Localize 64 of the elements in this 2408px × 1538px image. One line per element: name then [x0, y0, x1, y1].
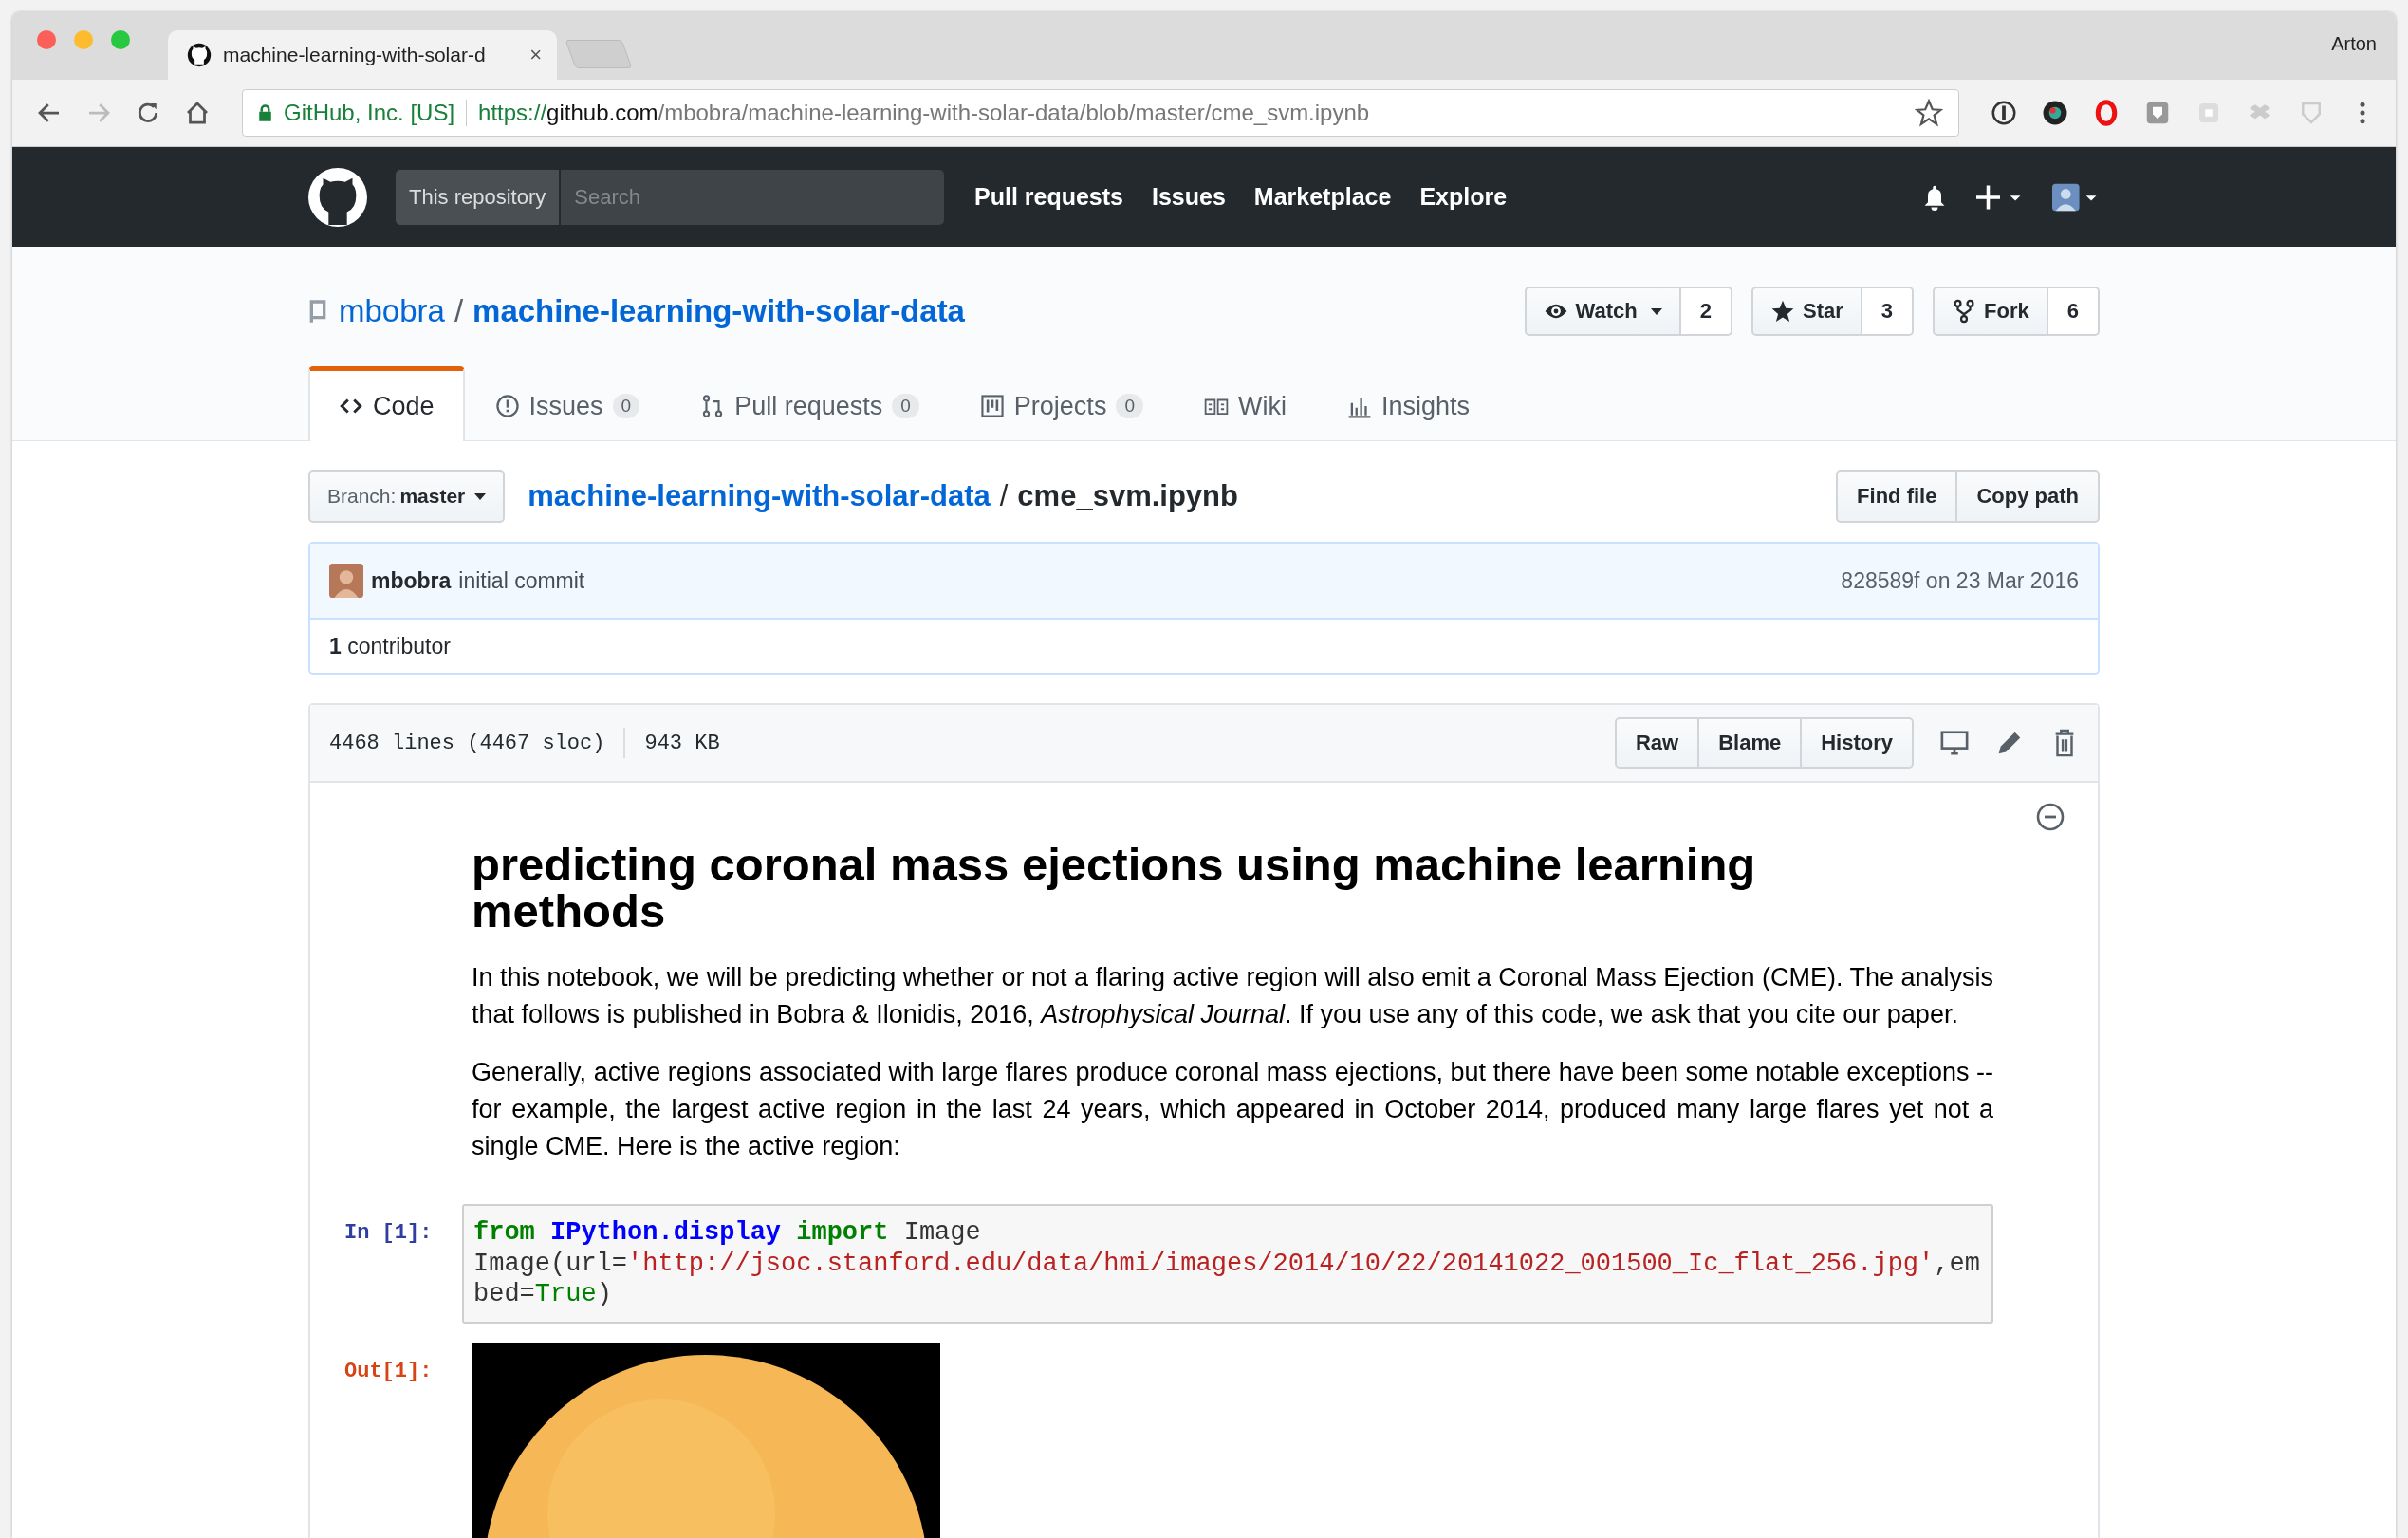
search-field[interactable]: Search	[561, 169, 944, 225]
owner-link[interactable]: mbobra	[339, 293, 445, 329]
star-icon	[1770, 299, 1795, 324]
nav-link[interactable]: Pull requests	[974, 183, 1123, 211]
commit-message-link[interactable]: initial commit	[458, 567, 585, 594]
tab-title: machine-learning-with-solar-d	[223, 44, 487, 66]
book-icon	[308, 298, 327, 324]
code-cell: from IPython.display import Image Image(url='http://jsoc.stanford.edu/data/hmi/images/2014/10/22/20141022_001500_Ic_flat_256.jpg',em bed=True)	[462, 1204, 1993, 1324]
cell-prompt: In [1]:	[344, 1220, 434, 1246]
avatar-icon	[329, 564, 363, 598]
branch-select[interactable]: Branch: master	[308, 470, 506, 523]
repo-root-link[interactable]: machine-learning-with-solar-data	[528, 479, 991, 513]
paragraph: In this notebook, we will be predicting whether or not a flaring active region will also emit a Coronal Mass Ejection (CME). The analysis that follows is published in Bobra & Ilonidis, 2016, Astrophysical Journal. If you use any of this code, we ask that you cite our paper.	[472, 962, 1993, 1030]
file-size: 943 KB	[644, 731, 720, 755]
author-link[interactable]: mbobra	[371, 567, 452, 594]
caret-icon	[474, 492, 487, 500]
color-wheel-icon[interactable]	[2041, 99, 2069, 127]
repo-tab[interactable]: Issues 0	[464, 366, 671, 441]
repo-action-button[interactable]: Star	[1751, 287, 1862, 336]
lock-icon	[258, 104, 272, 121]
path-separator: /	[454, 293, 464, 329]
count-label[interactable]: 6	[2047, 287, 2100, 336]
count-label[interactable]: 3	[1862, 287, 1915, 336]
security-label: GitHub, Inc. [US]	[284, 100, 455, 126]
notebook-heading: predicting coronal mass ejections using machine learning methods	[472, 842, 1757, 935]
file-action-button[interactable]: Blame	[1697, 717, 1803, 769]
browser-tab[interactable]: machine-learning-with-solar-d ×	[168, 30, 557, 80]
file-action-button[interactable]: Raw	[1614, 717, 1700, 769]
profile-name[interactable]: Arton	[2331, 33, 2377, 55]
path-separator: /	[999, 479, 1009, 513]
repo-tab[interactable]: Insights	[1316, 366, 1500, 441]
repo-tab[interactable]: Code	[308, 366, 465, 441]
contributors-text[interactable]: 1 contributor	[329, 633, 451, 659]
desktop-icon[interactable]	[1940, 729, 1969, 757]
cat-logo-icon[interactable]	[308, 167, 367, 227]
path-button[interactable]: Copy path	[1955, 470, 2100, 523]
tab-close-button[interactable]: ×	[529, 43, 542, 67]
line-count: 4468 lines (4467 sloc)	[329, 731, 605, 755]
repo-tab[interactable]: Pull requests 0	[670, 366, 950, 441]
cat-logo-icon	[187, 43, 212, 67]
scope-label[interactable]: This repository	[396, 169, 562, 225]
bookmark-star-icon[interactable]	[1915, 99, 1943, 127]
repo-name-link[interactable]: machine-learning-with-solar-data	[472, 293, 965, 329]
repo-tab[interactable]: Wiki	[1173, 366, 1317, 441]
repo-tab[interactable]: Projects 0	[949, 366, 1174, 441]
nav-link[interactable]: Issues	[1152, 183, 1226, 211]
minus-circle-icon[interactable]	[2035, 802, 2065, 832]
paragraph: Generally, active regions associated with large flares produce coronal mass ejections, but there have been some notable exceptions -- for example, the largest active region in the last 24 years, which appeared in October 2014, produced many large flares yet not a single CME. Here is the active region:	[472, 1056, 1993, 1162]
path-button[interactable]: Find file	[1836, 470, 1958, 523]
nav-link[interactable]: Marketplace	[1253, 183, 1392, 211]
cell-prompt: Out[1]:	[344, 1358, 434, 1383]
commit-meta[interactable]: 828589f on 23 Mar 2016	[1841, 567, 2079, 594]
info-circle-icon	[494, 394, 520, 418]
file-name: cme_svm.ipynb	[1017, 479, 1238, 513]
board-icon	[979, 394, 1005, 418]
nav-link[interactable]: Explore	[1419, 183, 1508, 211]
address-bar[interactable]: GitHub, Inc. [US] https://github.com/mbobra/machine-learning-with-solar-data/blob/master/cme_svm.ipynb	[242, 89, 1959, 137]
file-action-button[interactable]: History	[1800, 717, 1914, 769]
url-text: https://github.com/mbobra/machine-learning-with-solar-data/blob/master/cme_svm.ipynb	[478, 100, 1371, 126]
count-label[interactable]: 2	[1680, 287, 1732, 336]
repo-action-button[interactable]: Watch	[1524, 287, 1681, 336]
caret-icon	[1650, 307, 1662, 315]
repo-action-button[interactable]: Fork	[1933, 287, 2048, 336]
circled-i-icon[interactable]	[1990, 99, 2018, 127]
